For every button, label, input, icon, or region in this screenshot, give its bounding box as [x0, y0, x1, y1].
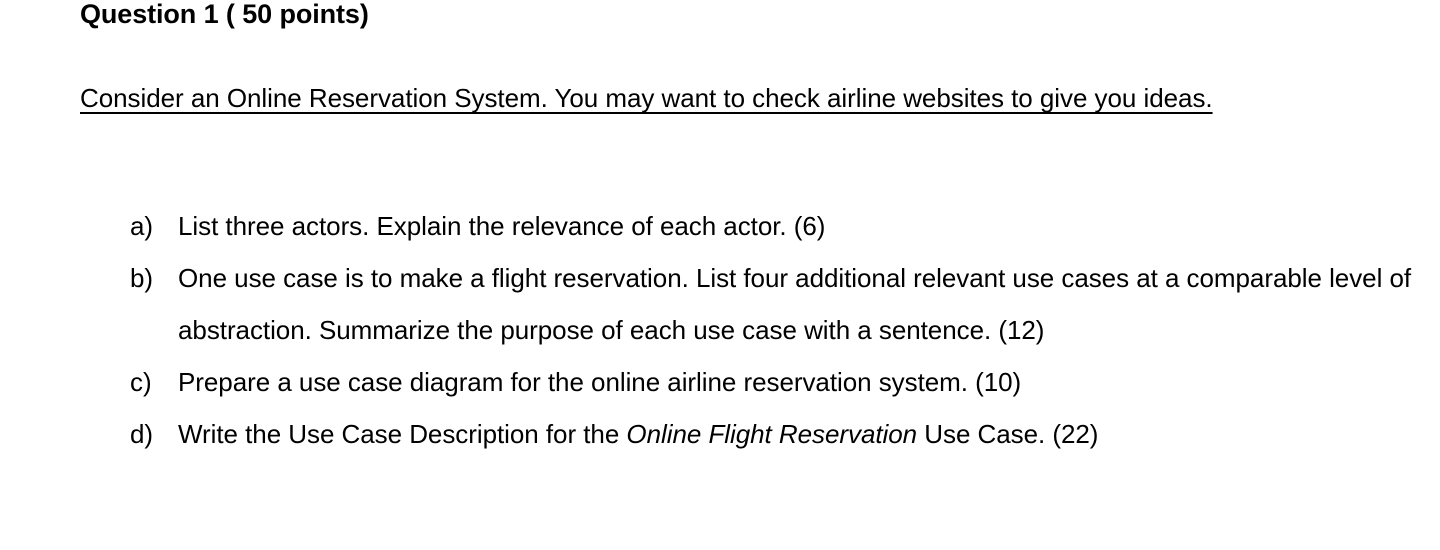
list-marker-c: c) [130, 367, 152, 397]
list-item-d: d) Write the Use Case Description for the… [0, 408, 1428, 460]
document-page: Question 1 ( 50 points) Consider an Onli… [0, 0, 1440, 550]
list-item-c-text: Prepare a use case diagram for the onlin… [178, 367, 1022, 397]
list-marker-b: b) [130, 263, 154, 293]
list-item-c: c) Prepare a use case diagram for the onl… [0, 356, 1428, 408]
list-item-a: a) List three actors. Explain the relevan… [0, 200, 1428, 252]
list-item-d-italic-use-case-name: Online Flight Reservation [626, 419, 918, 449]
intro-underlined-text: Consider an Online Reservation System. Y… [80, 83, 1213, 113]
question-parts-list: a) List three actors. Explain the relevan… [0, 200, 1440, 460]
list-marker-a: a) [130, 211, 154, 241]
intro-paragraph: Consider an Online Reservation System. Y… [80, 72, 1370, 125]
list-item-b-text: One use case is to make a flight reserva… [178, 263, 1412, 345]
question-heading: Question 1 ( 50 points) [80, 0, 369, 29]
list-item-a-text: List three actors. Explain the relevance… [178, 211, 826, 241]
list-item-b: b) One use case is to make a flight reser… [0, 252, 1440, 356]
list-item-d-text-before: Write the Use Case Description for the [178, 419, 627, 449]
list-marker-d: d) [130, 419, 154, 449]
list-item-d-text-after: Use Case. (22) [917, 419, 1099, 449]
